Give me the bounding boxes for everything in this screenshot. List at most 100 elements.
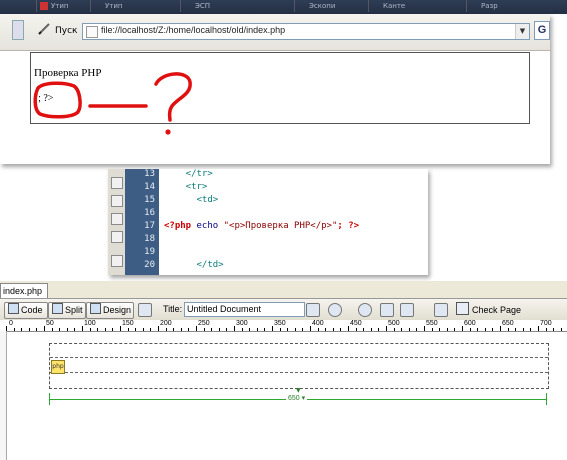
code-line[interactable]: <td> bbox=[164, 195, 219, 205]
split-view-button[interactable]: Split bbox=[48, 302, 86, 319]
browser-tab[interactable]: Эскопи bbox=[294, 0, 371, 12]
ruler-tick bbox=[272, 326, 273, 331]
ruler-tick bbox=[522, 328, 524, 331]
ruler-tick bbox=[66, 328, 68, 331]
code-view-icon bbox=[8, 303, 19, 314]
ruler-tick bbox=[310, 326, 311, 331]
ruler-tick bbox=[226, 328, 228, 331]
chevron-down-icon[interactable]: ▼ bbox=[515, 24, 529, 39]
pen-icon[interactable] bbox=[37, 22, 51, 36]
browser-tab[interactable]: Разр bbox=[466, 0, 541, 12]
line-number: 14 bbox=[144, 182, 155, 192]
address-text: file://localhost/Z:/home/localhost/old/i… bbox=[101, 25, 286, 35]
ruler-tick bbox=[196, 326, 197, 331]
code-view-button[interactable]: Code bbox=[4, 302, 48, 319]
ruler-tick bbox=[477, 328, 479, 331]
php-close-tag: ; ?> bbox=[337, 221, 360, 231]
ruler-tick bbox=[158, 326, 159, 331]
ruler-tick bbox=[462, 326, 463, 331]
ruler-tick bbox=[355, 328, 357, 331]
split-view-icon bbox=[52, 303, 63, 314]
zoom-icon[interactable] bbox=[111, 231, 123, 243]
search-engine-button[interactable]: G bbox=[534, 21, 550, 40]
layout-table[interactable] bbox=[49, 343, 549, 389]
toolbar-button[interactable] bbox=[12, 20, 24, 40]
php-string: "<p>Проверка PHP</p>" bbox=[223, 221, 338, 231]
ruler-label: 100 bbox=[84, 320, 96, 327]
ruler-tick bbox=[264, 328, 266, 331]
ruler-tick bbox=[530, 328, 532, 331]
ruler-tick bbox=[446, 328, 448, 331]
ruler-tick bbox=[507, 328, 509, 331]
table-width-bar[interactable]: 650 ▾ bbox=[49, 393, 547, 405]
visual-aids-icon[interactable] bbox=[400, 303, 414, 317]
balance-braces-icon[interactable] bbox=[111, 213, 123, 225]
address-bar[interactable]: file://localhost/Z:/home/localhost/old/i… bbox=[82, 23, 530, 40]
design-view-button[interactable]: Design bbox=[86, 302, 134, 319]
ruler-tick bbox=[203, 328, 205, 331]
ruler-tick bbox=[363, 328, 365, 331]
coding-toolbar bbox=[108, 169, 126, 275]
refresh-icon[interactable] bbox=[358, 303, 372, 317]
go-label[interactable]: Пуск bbox=[55, 26, 77, 36]
ruler-tick bbox=[82, 326, 83, 331]
document-tab[interactable]: index.php bbox=[0, 283, 48, 299]
ruler-tick bbox=[492, 328, 494, 331]
php-echo-keyword: echo bbox=[191, 221, 224, 231]
line-number: 13 bbox=[144, 169, 155, 179]
document-title-input[interactable]: Untitled Document bbox=[184, 302, 305, 317]
ruler-tick bbox=[13, 328, 15, 331]
ruler-label: 350 bbox=[274, 320, 286, 327]
table-width-label[interactable]: 650 ▾ bbox=[286, 394, 308, 402]
code-line[interactable]: </tr> bbox=[164, 169, 213, 179]
check-page-button[interactable]: Check Page bbox=[456, 302, 521, 317]
ruler-tick bbox=[249, 328, 251, 331]
php-code-marker-icon[interactable]: php bbox=[51, 360, 65, 374]
ruler-label: 150 bbox=[122, 320, 134, 327]
line-number: 20 bbox=[144, 260, 155, 270]
code-line-php[interactable]: <?php echo "<p>Проверка PHP</p>"; ?> bbox=[164, 221, 359, 231]
ruler-label: 0 bbox=[9, 320, 13, 327]
line-numbers-icon[interactable] bbox=[111, 255, 123, 267]
ruler-label: 600 bbox=[464, 320, 476, 327]
ruler-tick bbox=[348, 326, 349, 331]
file-management-icon[interactable] bbox=[306, 303, 320, 317]
ruler-label: 550 bbox=[426, 320, 438, 327]
line-number: 16 bbox=[144, 208, 155, 218]
browser-tab-strip: Утип Утип ЭСП Эскопи Канте Разр bbox=[0, 0, 567, 14]
validate-markup-icon[interactable] bbox=[434, 303, 448, 317]
ruler-label: 400 bbox=[312, 320, 324, 327]
ruler-tick bbox=[538, 326, 539, 331]
ruler-tick bbox=[51, 328, 53, 331]
ruler-tick bbox=[89, 328, 91, 331]
browser-tab[interactable]: ЭСП bbox=[180, 0, 255, 12]
ruler-label: 200 bbox=[160, 320, 172, 327]
code-editor-snippet: 13 14 15 16 17 18 19 20 </tr> <tr> <td> … bbox=[108, 169, 428, 275]
select-parent-tag-icon[interactable] bbox=[111, 195, 123, 207]
ruler-tick bbox=[500, 326, 501, 331]
preview-in-browser-icon[interactable] bbox=[328, 303, 342, 317]
ruler-tick bbox=[127, 328, 129, 331]
vertical-ruler bbox=[0, 331, 7, 460]
ruler-tick bbox=[484, 328, 486, 331]
live-view-icon[interactable] bbox=[138, 303, 152, 317]
table-row-divider bbox=[50, 372, 548, 373]
ruler-tick bbox=[545, 328, 547, 331]
ruler-label: 300 bbox=[236, 320, 248, 327]
ruler-tick bbox=[431, 328, 433, 331]
ruler-tick bbox=[370, 328, 372, 331]
browser-tab[interactable]: Канте bbox=[368, 0, 443, 12]
line-number: 19 bbox=[144, 247, 155, 257]
ruler-tick bbox=[97, 328, 99, 331]
browser-tab[interactable]: Утип bbox=[90, 0, 161, 12]
code-line[interactable]: <tr> bbox=[164, 182, 208, 192]
code-line[interactable]: </td> bbox=[164, 260, 224, 270]
collapse-tag-icon[interactable] bbox=[111, 177, 123, 189]
ruler-label: 50 bbox=[46, 320, 54, 327]
line-number: 17 bbox=[144, 221, 155, 231]
view-options-icon[interactable] bbox=[380, 303, 394, 317]
title-label: Title: bbox=[163, 304, 183, 314]
ruler-label: 500 bbox=[388, 320, 400, 327]
ruler-tick bbox=[180, 328, 182, 331]
ruler-tick bbox=[279, 328, 281, 331]
